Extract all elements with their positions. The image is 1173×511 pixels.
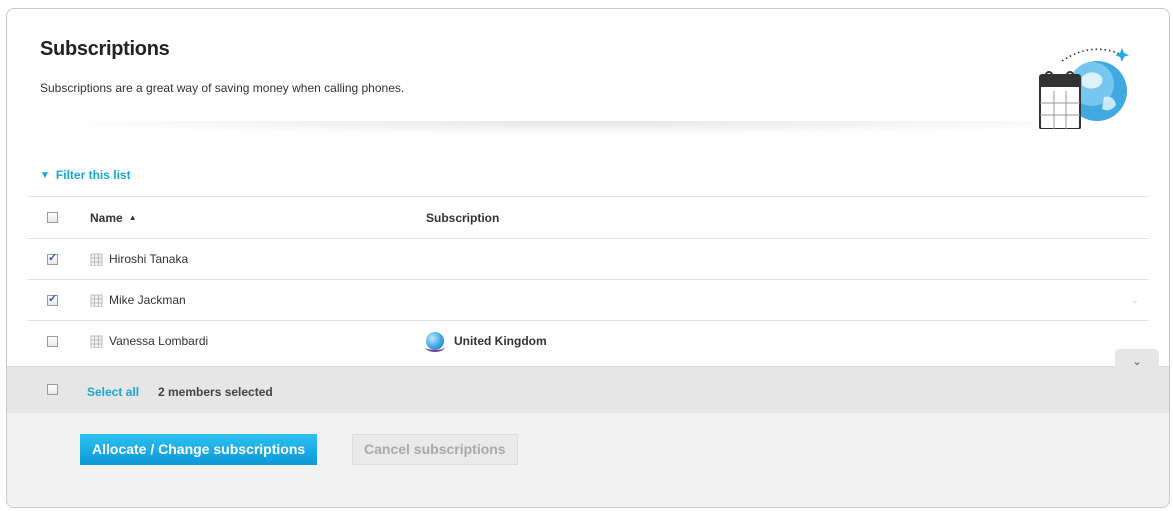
column-header-subscription[interactable]: Subscription (426, 211, 499, 225)
member-name: Vanessa Lombardi (109, 334, 209, 348)
subscription-name: United Kingdom (454, 334, 547, 348)
filter-toggle[interactable]: ▼ Filter this list (40, 168, 131, 182)
chevron-down-icon: ▼ (40, 169, 50, 181)
member-name: Mike Jackman (109, 293, 186, 307)
cancel-subscriptions-button[interactable]: Cancel subscriptions (352, 434, 518, 465)
filter-label: Filter this list (55, 168, 131, 182)
members-table: Name ▲ Subscription Hiroshi Tanaka (27, 196, 1149, 361)
building-icon (90, 335, 103, 348)
row-checkbox[interactable] (47, 292, 58, 306)
collapse-footer-chevron-icon[interactable]: ⌄ (1115, 349, 1159, 369)
header-divider (27, 121, 1147, 135)
building-icon (90, 294, 103, 307)
member-name-cell: Vanessa Lombardi (90, 334, 208, 348)
building-icon (90, 253, 103, 266)
table-row[interactable]: Vanessa Lombardi United Kingdom (27, 320, 1149, 361)
globe-icon (425, 332, 445, 352)
expand-row-chevron-icon[interactable]: ⌄ (1131, 295, 1139, 306)
page-title: Subscriptions (40, 38, 170, 60)
row-checkbox[interactable] (47, 251, 58, 265)
sort-ascending-icon: ▲ (128, 213, 137, 222)
select-all-checkbox[interactable] (47, 384, 58, 395)
row-checkbox[interactable] (47, 335, 58, 347)
selected-count: 2 members selected (158, 385, 273, 399)
select-all-header-checkbox[interactable] (47, 212, 58, 223)
calendar-globe-icon (1039, 48, 1129, 129)
member-name: Hiroshi Tanaka (109, 252, 189, 266)
column-header-name-label: Name (90, 210, 123, 225)
select-all-link[interactable]: Select all (87, 385, 139, 399)
table-row[interactable]: Mike Jackman ⌄ (27, 279, 1149, 320)
column-header-name[interactable]: Name ▲ (90, 211, 137, 225)
table-row[interactable]: Hiroshi Tanaka (27, 238, 1149, 279)
subscriptions-panel: Subscriptions Subscriptions are a great … (6, 8, 1170, 508)
page-subtitle: Subscriptions are a great way of saving … (40, 81, 405, 95)
subscription-cell: United Kingdom (425, 332, 547, 352)
allocate-change-subscriptions-button[interactable]: Allocate / Change subscriptions (80, 434, 318, 465)
member-name-cell: Mike Jackman (90, 293, 186, 307)
page-header: Subscriptions Subscriptions are a great … (7, 9, 1169, 135)
selection-footer: ⌄ Select all 2 members selected Allocate… (7, 349, 1169, 507)
table-header-row: Name ▲ Subscription (27, 196, 1149, 238)
selection-bar: ⌄ Select all 2 members selected (7, 349, 1169, 413)
member-name-cell: Hiroshi Tanaka (90, 252, 188, 266)
